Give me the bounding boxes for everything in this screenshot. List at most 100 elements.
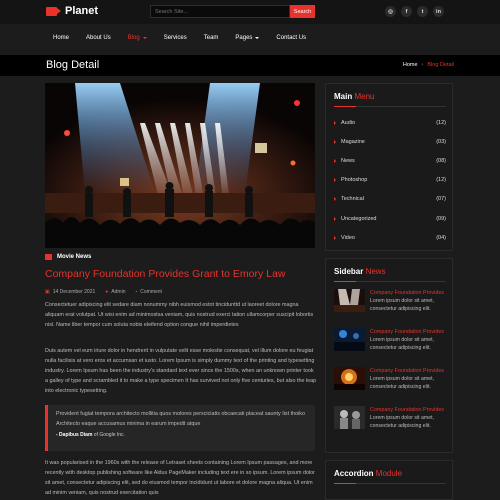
news-title[interactable]: Company Foundation Provides bbox=[370, 367, 448, 375]
instagram-icon[interactable]: ◎ bbox=[385, 6, 396, 17]
category-label: Audio bbox=[341, 119, 356, 126]
breadcrumb-current: Blog Detail bbox=[427, 62, 454, 68]
divider bbox=[334, 483, 446, 484]
nav-contact[interactable]: Contact Us bbox=[276, 35, 306, 41]
nav-home[interactable]: Home bbox=[53, 35, 69, 41]
category-label: News bbox=[341, 157, 355, 164]
category-count: (07) bbox=[436, 196, 446, 203]
linkedin-icon[interactable]: in bbox=[433, 6, 444, 17]
calendar-icon: ▣ bbox=[45, 289, 50, 295]
news-item[interactable]: Company Foundation Provides Lorem ipsum d… bbox=[334, 289, 448, 328]
page-title: Blog Detail bbox=[46, 59, 100, 71]
news-thumbnail[interactable] bbox=[334, 289, 365, 312]
brand-logo[interactable]: Planet bbox=[46, 5, 98, 17]
quote-author: - Dapibus Diam of Google Inc. bbox=[56, 432, 307, 438]
search-form: Search bbox=[150, 5, 315, 18]
news-thumbnail[interactable] bbox=[334, 367, 365, 390]
category-item[interactable]: Magazine (03) bbox=[334, 132, 446, 151]
article-category[interactable]: Movie News bbox=[45, 254, 91, 260]
category-item[interactable]: Video (04) bbox=[334, 228, 446, 247]
news-desc: Lorem ipsum dolor sit amet, consectetur … bbox=[370, 298, 435, 312]
widget-title-accent: Module bbox=[375, 469, 403, 478]
article-image bbox=[45, 83, 315, 248]
chevron-down-icon bbox=[142, 37, 147, 39]
twitter-icon[interactable]: t bbox=[417, 6, 428, 17]
social-links: ◎ f t in bbox=[385, 6, 444, 17]
category-label: Uncategorized bbox=[341, 215, 377, 222]
category-label-wrap: Magazine bbox=[334, 139, 365, 145]
nav-pages[interactable]: Pages bbox=[235, 35, 260, 41]
chevron-right-icon bbox=[334, 197, 336, 202]
category-list: Audio (12) Magazine (03) News (08) Photosho… bbox=[334, 113, 446, 247]
news-thumbnail[interactable] bbox=[334, 406, 365, 429]
news-title[interactable]: Company Foundation Provides bbox=[370, 289, 448, 297]
nav-services[interactable]: Services bbox=[164, 35, 187, 41]
quote-text: Provident fugiat tempora architecto moll… bbox=[56, 411, 305, 427]
news-thumbnail[interactable] bbox=[334, 328, 365, 351]
article-comment[interactable]: ▪ Comment bbox=[135, 289, 161, 295]
news-title[interactable]: Company Foundation Provides bbox=[370, 328, 448, 336]
news-desc: Lorem ipsum dolor sit amet, consectetur … bbox=[370, 415, 435, 429]
widget-title: Accordion Module bbox=[334, 469, 402, 478]
article-paragraph-2: Duis autem vel eum iriure dolor in hendr… bbox=[45, 348, 317, 394]
main-nav: Home About Us Blog Services Team Pages C… bbox=[0, 24, 500, 55]
page-title-bar: Blog Detail Home › Blog Detail bbox=[0, 55, 500, 76]
news-text: Company Foundation Provides Lorem ipsum d… bbox=[370, 367, 448, 406]
nav-team[interactable]: Team bbox=[204, 35, 219, 41]
folder-icon bbox=[45, 254, 52, 260]
news-desc: Lorem ipsum dolor sit amet, consectetur … bbox=[370, 376, 435, 390]
widget-title: Sidebar News bbox=[334, 267, 386, 276]
news-desc: Lorem ipsum dolor sit amet, consectetur … bbox=[370, 337, 435, 351]
chevron-right-icon bbox=[334, 120, 336, 125]
category-label: Magazine bbox=[341, 138, 365, 145]
news-text: Company Foundation Provides Lorem ipsum d… bbox=[370, 328, 448, 367]
breadcrumb: Home › Blog Detail bbox=[403, 62, 454, 68]
article-paragraph-3: It was popularised in the 1960s with the… bbox=[45, 460, 315, 496]
chevron-right-icon bbox=[334, 216, 336, 221]
news-title[interactable]: Company Foundation Provides bbox=[370, 406, 448, 414]
chevron-right-icon bbox=[334, 235, 336, 240]
category-item[interactable]: Audio (12) bbox=[334, 113, 446, 132]
article-author[interactable]: ● Admin bbox=[105, 289, 125, 295]
article-paragraph-1: Consectetuer adipiscing elit sedare diam… bbox=[45, 302, 314, 328]
camera-icon bbox=[46, 6, 61, 16]
news-list: Company Foundation Provides Lorem ipsum d… bbox=[334, 289, 448, 445]
category-count: (12) bbox=[436, 177, 446, 184]
quote-author-source: of Google Inc. bbox=[93, 432, 125, 438]
news-item[interactable]: Company Foundation Provides Lorem ipsum d… bbox=[334, 367, 448, 406]
category-label-wrap: Video bbox=[334, 235, 355, 241]
article-date: ▣ 14 December 2021 bbox=[45, 289, 95, 295]
breadcrumb-separator-icon: › bbox=[421, 62, 424, 68]
category-label-wrap: News bbox=[334, 158, 355, 164]
widget-title-accent: News bbox=[365, 267, 386, 276]
widget-title-text: Accordion bbox=[334, 469, 374, 478]
breadcrumb-home[interactable]: Home bbox=[403, 62, 418, 68]
category-item[interactable]: Photoshop (12) bbox=[334, 171, 446, 190]
search-button[interactable]: Search bbox=[290, 5, 315, 18]
chevron-right-icon bbox=[334, 158, 336, 163]
category-label-wrap: Audio bbox=[334, 120, 355, 126]
chevron-down-icon bbox=[255, 37, 260, 39]
news-item[interactable]: Company Foundation Provides Lorem ipsum d… bbox=[334, 406, 448, 445]
news-item[interactable]: Company Foundation Provides Lorem ipsum d… bbox=[334, 328, 448, 367]
category-item[interactable]: Uncategorized (09) bbox=[334, 209, 446, 228]
divider bbox=[334, 106, 446, 107]
widget-title-accent: Menu bbox=[354, 92, 375, 101]
sidebar-news-widget: Sidebar News Company Foundation Provides… bbox=[325, 258, 453, 453]
nav-blog-label: Blog bbox=[127, 35, 140, 41]
category-item[interactable]: Technical (07) bbox=[334, 190, 446, 209]
main-menu-widget: Main Menu Audio (12) Magazine (03) News (08… bbox=[325, 83, 453, 251]
search-input[interactable] bbox=[150, 5, 290, 18]
chevron-right-icon bbox=[334, 178, 336, 183]
category-label: Photoshop bbox=[341, 177, 368, 184]
nav-about[interactable]: About Us bbox=[86, 35, 111, 41]
news-text: Company Foundation Provides Lorem ipsum d… bbox=[370, 406, 448, 445]
category-item[interactable]: News (08) bbox=[334, 151, 446, 170]
category-count: (08) bbox=[436, 157, 446, 164]
accordion-widget: Accordion Module bbox=[325, 460, 453, 500]
nav-blog[interactable]: Blog bbox=[128, 35, 147, 41]
article-date-text: 14 December 2021 bbox=[52, 289, 96, 295]
category-count: (03) bbox=[436, 138, 446, 145]
facebook-icon[interactable]: f bbox=[401, 6, 412, 17]
chevron-right-icon bbox=[334, 139, 336, 144]
